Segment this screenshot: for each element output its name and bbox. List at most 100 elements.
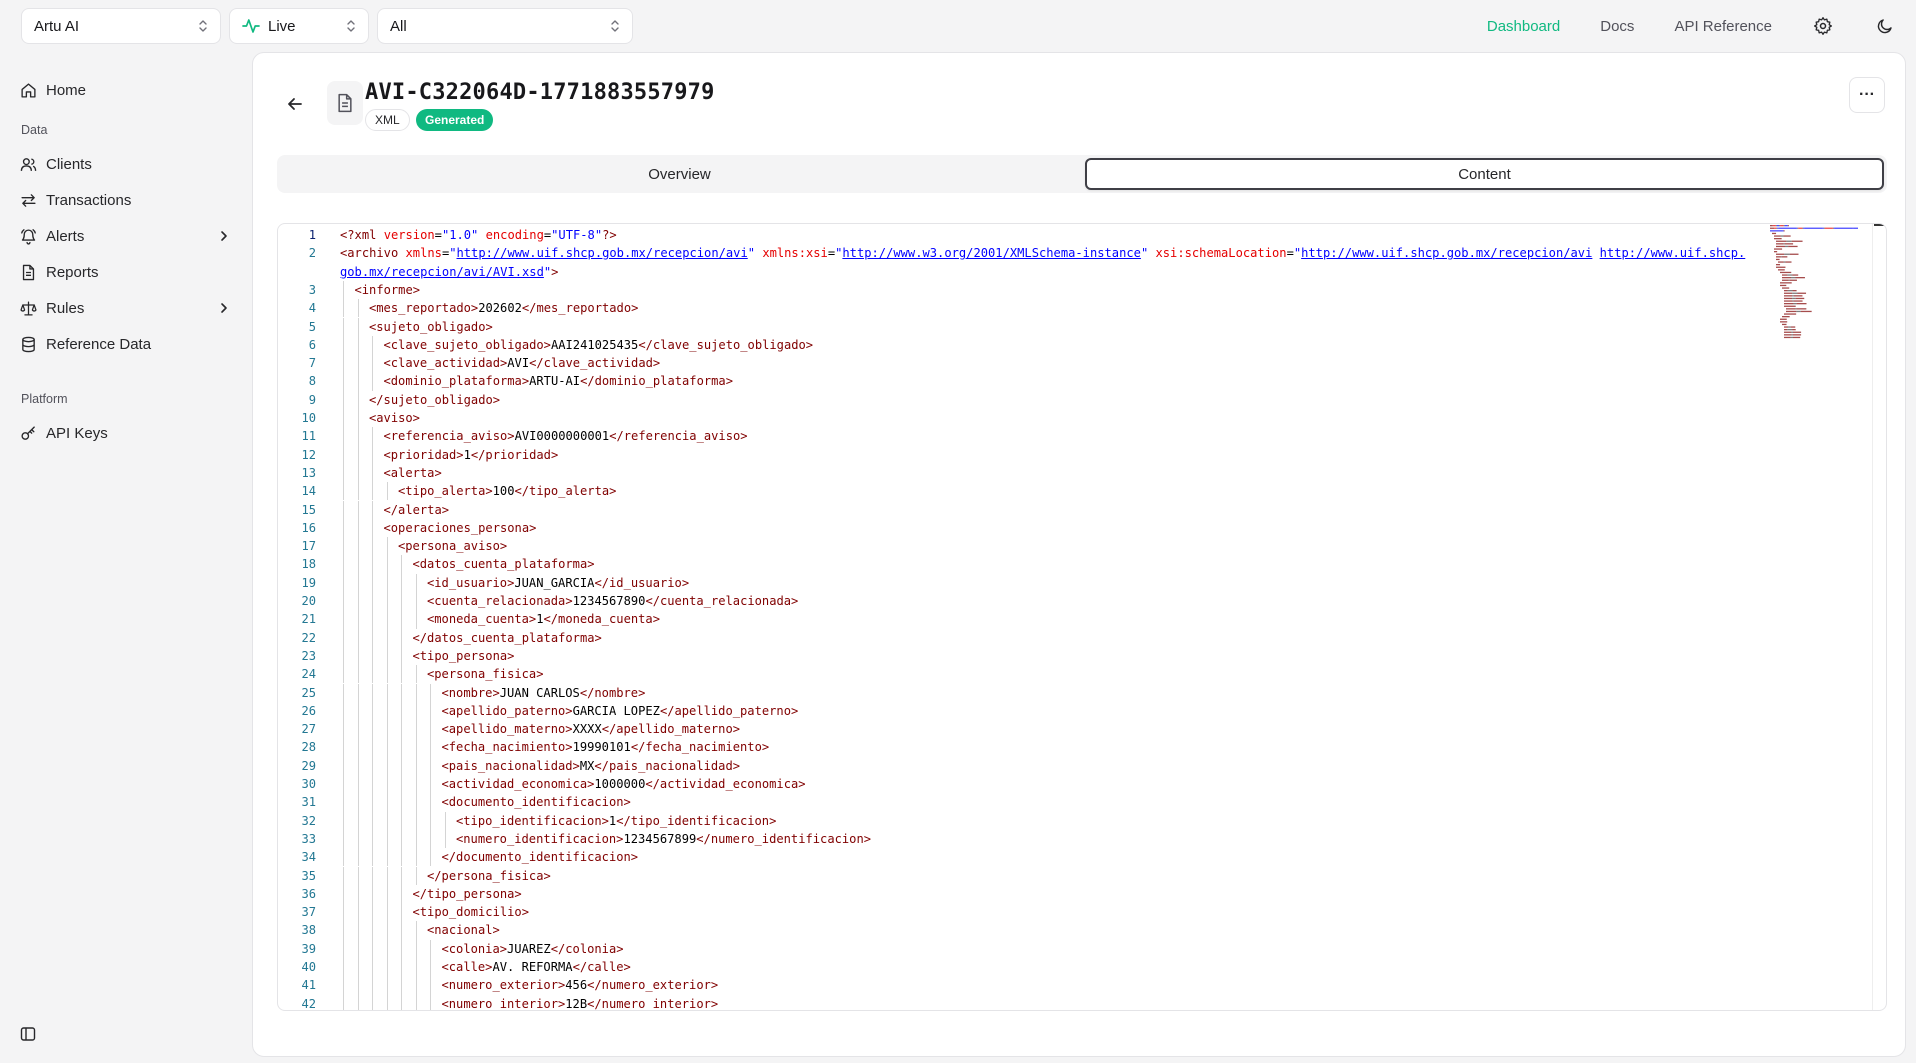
minimap-line bbox=[1784, 313, 1797, 315]
line-number: 34 bbox=[301, 850, 316, 865]
settings-button[interactable] bbox=[1812, 15, 1834, 37]
sidebar-item-transactions[interactable]: Transactions bbox=[20, 185, 234, 215]
indent-guide bbox=[415, 976, 417, 995]
filter-select[interactable]: All bbox=[377, 8, 633, 44]
indent-guide bbox=[386, 628, 388, 647]
sidebar-item-alerts[interactable]: Alerts bbox=[20, 221, 234, 251]
indent-guide bbox=[343, 427, 344, 446]
indent-guide bbox=[386, 884, 388, 904]
indent-guide bbox=[401, 775, 402, 794]
file-text-icon bbox=[22, 264, 35, 280]
minimap-line bbox=[1790, 336, 1793, 339]
line-source: <colonia>JUAREZ</colonia> bbox=[442, 940, 624, 958]
code-token: = bbox=[1286, 246, 1294, 261]
minimap-line bbox=[1776, 253, 1785, 255]
indent-guide bbox=[430, 829, 431, 849]
organization-select[interactable]: Artu AI bbox=[21, 8, 221, 44]
code-token[interactable]: http://www.uif.shcp.gob.mx/recepcion/avi bbox=[457, 246, 748, 260]
indent-guide bbox=[401, 756, 402, 775]
scrollbar-thumb[interactable] bbox=[1874, 224, 1886, 226]
minimap-line bbox=[1776, 245, 1785, 248]
minimap-line bbox=[1853, 227, 1858, 229]
line-number: 8 bbox=[308, 374, 316, 389]
line-number: 22 bbox=[301, 630, 316, 645]
indent-guide bbox=[372, 537, 373, 556]
indent-guide bbox=[357, 829, 359, 849]
nav-docs-link[interactable]: Docs bbox=[1600, 18, 1634, 35]
line-source: <apellido_paterno>GARCIA LOPEZ</apellido… bbox=[442, 702, 799, 720]
sidebar-item-home[interactable]: Home bbox=[20, 75, 234, 105]
sidebar-item-clients[interactable]: Clients bbox=[20, 149, 234, 179]
code-token: xsi:schemaLocation bbox=[1155, 246, 1287, 261]
code-line: 31 <documento_identificacion> bbox=[278, 793, 1758, 811]
code-token: </tipo_persona> bbox=[412, 886, 522, 901]
code-token[interactable]: http://www.w3.org/2001/XMLSchema-instanc… bbox=[842, 246, 1141, 260]
sidebar-toggle-icon[interactable] bbox=[20, 1026, 36, 1042]
code-token: </tipo_alerta> bbox=[514, 484, 617, 499]
sidebar-item-reports[interactable]: Reports bbox=[20, 257, 234, 287]
indent-guide bbox=[372, 555, 373, 574]
nav-dashboard-link[interactable]: Dashboard bbox=[1487, 18, 1560, 35]
sidebar-item-reference-data[interactable]: Reference Data bbox=[20, 329, 234, 359]
line-number: 2 bbox=[308, 246, 316, 261]
line-number: 37 bbox=[301, 905, 316, 920]
line-number: 36 bbox=[301, 886, 316, 901]
line-source: </tipo_persona> bbox=[413, 885, 522, 903]
code-line: 9 </sujeto_obligado> bbox=[278, 391, 1758, 409]
minimap-line bbox=[1852, 227, 1854, 229]
indent-guide bbox=[343, 592, 344, 611]
editor-scrollbar[interactable] bbox=[1872, 224, 1886, 1010]
more-options-button[interactable]: ··· bbox=[1849, 77, 1885, 113]
code-token: 1234567899 bbox=[623, 831, 697, 846]
code-token: MX bbox=[579, 758, 595, 773]
environment-select[interactable]: Live bbox=[229, 8, 369, 44]
minimap-line bbox=[1786, 308, 1796, 310]
code-token: AVI0000000001 bbox=[514, 429, 610, 444]
indent-guide bbox=[386, 958, 388, 977]
tab-content[interactable]: Content bbox=[1085, 158, 1884, 190]
code-token[interactable]: http://www.uif.shcp.gob.mx/recepcion/avi bbox=[1301, 246, 1592, 260]
code-token: <apellido_materno> bbox=[441, 722, 573, 737]
indent-guide bbox=[386, 720, 388, 739]
indent-guide bbox=[401, 683, 402, 702]
code-line: 30 <actividad_economica>1000000</activida… bbox=[278, 775, 1758, 793]
code-editor[interactable]: 1 <?xml version="1.0" encoding="UTF-8"?> 2… bbox=[277, 223, 1887, 1011]
code-token: <tipo_persona> bbox=[412, 648, 515, 663]
minimap-line bbox=[1791, 331, 1793, 333]
indent-guide bbox=[386, 482, 388, 501]
code-token[interactable]: http://www.uif.shcp. bbox=[1600, 246, 1746, 260]
line-source: <documento_identificacion> bbox=[442, 793, 631, 811]
tab-overview[interactable]: Overview bbox=[280, 158, 1079, 190]
theme-toggle-button[interactable] bbox=[1874, 15, 1896, 37]
indent-guide bbox=[386, 903, 388, 922]
indent-guide bbox=[386, 921, 388, 940]
indent-guide bbox=[415, 775, 417, 794]
nav-api-reference-link[interactable]: API Reference bbox=[1674, 18, 1772, 35]
indent-guide bbox=[386, 866, 388, 885]
indent-guide bbox=[343, 939, 344, 958]
back-arrow-icon[interactable] bbox=[286, 95, 304, 113]
minimap-line bbox=[1770, 230, 1783, 232]
indent-guide bbox=[430, 720, 431, 739]
indent-guide bbox=[343, 390, 344, 409]
indent-guide bbox=[372, 573, 373, 592]
indent-guide bbox=[372, 518, 373, 538]
indent-guide bbox=[357, 335, 359, 355]
indent-guide bbox=[372, 610, 373, 629]
indent-guide bbox=[415, 811, 417, 830]
sidebar-item-api-keys[interactable]: API Keys bbox=[20, 418, 234, 448]
line-source: <archivo xmlns="http://www.uif.shcp.gob.… bbox=[340, 244, 1745, 262]
code-line: 5 <sujeto_obligado> bbox=[278, 318, 1758, 336]
code-token: <clave_sujeto_obligado> bbox=[383, 337, 551, 352]
code-area[interactable]: 1 <?xml version="1.0" encoding="UTF-8"?> 2… bbox=[278, 224, 1758, 1010]
chevron-right-icon bbox=[221, 303, 227, 313]
minimap-line bbox=[1776, 258, 1780, 261]
code-minimap[interactable] bbox=[1758, 224, 1868, 1011]
sidebar-item-label: Transactions bbox=[46, 191, 132, 209]
code-line: 32 <tipo_identificacion>1</tipo_identific… bbox=[278, 812, 1758, 830]
line-source: <clave_sujeto_obligado>AAI241025435</cla… bbox=[384, 336, 814, 354]
indent-guide bbox=[357, 500, 359, 519]
code-token[interactable]: gob.mx/recepcion/avi/AVI.xsd bbox=[340, 265, 544, 279]
home-icon bbox=[21, 82, 36, 98]
sidebar-item-rules[interactable]: Rules bbox=[20, 293, 234, 323]
